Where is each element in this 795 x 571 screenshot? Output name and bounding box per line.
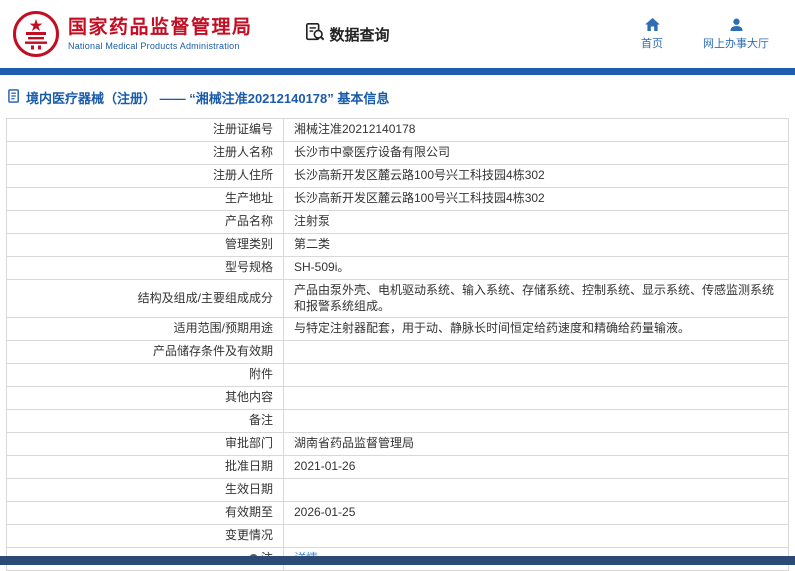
org-identity: 国家药品监督管理局 National Medical Products Admi…	[68, 17, 253, 52]
row-value: 产品由泵外壳、电机驱动系统、输入系统、存储系统、控制系统、显示系统、传感监测系统…	[283, 278, 789, 319]
row-label: 备注	[6, 409, 284, 434]
data-query-label: 数据查询	[305, 22, 390, 46]
table-row: 结构及组成/主要组成成分 产品由泵外壳、电机驱动系统、输入系统、存储系统、控制系统…	[6, 278, 789, 319]
row-label: 生产地址	[6, 187, 284, 211]
row-label: 其他内容	[6, 386, 284, 411]
row-value: 长沙市中豪医疗设备有限公司	[283, 141, 789, 165]
nav-home-label: 首页	[641, 37, 663, 50]
table-row: 管理类别 第二类	[6, 233, 789, 257]
nav-online-hall[interactable]: 网上办事大厅	[703, 18, 769, 51]
home-icon	[644, 17, 660, 31]
row-label: 附件	[6, 363, 284, 388]
row-value: 长沙高新开发区麓云路100号兴工科技园4栋302	[283, 164, 789, 188]
row-label: 注册人住所	[6, 164, 284, 188]
user-icon	[729, 18, 743, 31]
row-label: 变更情况	[6, 524, 284, 549]
row-label: 适用范围/预期用途	[6, 317, 284, 342]
row-label: 有效期至	[6, 501, 284, 526]
row-label: 生效日期	[6, 478, 284, 503]
table-row: 其他内容	[6, 386, 789, 411]
row-value: 注射泵	[283, 210, 789, 234]
nav-online-hall-label: 网上办事大厅	[703, 37, 769, 50]
data-query-text: 数据查询	[329, 26, 390, 44]
row-value	[283, 524, 789, 549]
row-label: 产品名称	[6, 210, 284, 234]
header-divider-bar	[0, 68, 795, 75]
row-label: 审批部门	[6, 432, 284, 457]
table-row: 备注	[6, 409, 789, 434]
row-value	[283, 478, 789, 503]
row-label: 批准日期	[6, 455, 284, 480]
row-value: 湘械注准20212140178	[283, 118, 789, 142]
table-row: 有效期至 2026-01-25	[6, 501, 789, 526]
footer-bar	[0, 556, 795, 565]
org-name-en: National Medical Products Administration	[68, 41, 240, 52]
table-row: 注册人住所 长沙高新开发区麓云路100号兴工科技园4栋302	[6, 164, 789, 188]
data-query-icon	[305, 22, 325, 46]
page-title: 境内医疗器械（注册） —— “湘械注准20212140178” 基本信息	[0, 75, 795, 118]
table-row: 审批部门 湖南省药品监督管理局	[6, 432, 789, 457]
table-row: 注册证编号 湘械注准20212140178	[6, 118, 789, 142]
table-row: 生效日期	[6, 478, 789, 503]
table-row: 批准日期 2021-01-26	[6, 455, 789, 480]
site-header: 国家药品监督管理局 National Medical Products Admi…	[0, 0, 795, 68]
row-value	[283, 409, 789, 434]
nav-home[interactable]: 首页	[641, 17, 663, 51]
table-row: 注册人名称 长沙市中豪医疗设备有限公司	[6, 141, 789, 165]
table-row: 型号规格 SH-509i。	[6, 256, 789, 280]
table-row: 适用范围/预期用途 与特定注射器配套，用于动、静脉长时间恒定给药速度和精确给药量输…	[6, 317, 789, 342]
row-label: 注册证编号	[6, 118, 284, 142]
page-title-text: 境内医疗器械（注册） —— “湘械注准20212140178” 基本信息	[26, 91, 390, 106]
row-value: 湖南省药品监督管理局	[283, 432, 789, 457]
row-label: 管理类别	[6, 233, 284, 257]
table-row: 附件	[6, 363, 789, 388]
row-value	[283, 340, 789, 365]
table-row: 产品名称 注射泵	[6, 210, 789, 234]
info-table-body: 注册证编号 湘械注准20212140178 注册人名称 长沙市中豪医疗设备有限公司 注册…	[6, 118, 789, 571]
row-value	[283, 386, 789, 411]
row-value: 2026-01-25	[283, 501, 789, 526]
registration-info-table: 注册证编号 湘械注准20212140178 注册人名称 长沙市中豪医疗设备有限公司 注册…	[6, 118, 789, 571]
row-value: 2021-01-26	[283, 455, 789, 480]
nmpa-emblem-icon	[12, 10, 60, 58]
row-label: 产品储存条件及有效期	[6, 340, 284, 365]
row-value: SH-509i。	[283, 256, 789, 280]
row-label: 型号规格	[6, 256, 284, 280]
table-row: 产品储存条件及有效期	[6, 340, 789, 365]
header-nav: 首页 网上办事大厅	[641, 17, 769, 51]
org-name-cn: 国家药品监督管理局	[68, 16, 253, 38]
row-value: 长沙高新开发区麓云路100号兴工科技园4栋302	[283, 187, 789, 211]
row-value: 与特定注射器配套，用于动、静脉长时间恒定给药速度和精确给药量输液。	[283, 317, 789, 342]
table-row: 生产地址 长沙高新开发区麓云路100号兴工科技园4栋302	[6, 187, 789, 211]
row-value	[283, 363, 789, 388]
row-label: 结构及组成/主要组成成分	[6, 278, 284, 319]
row-label: 注册人名称	[6, 141, 284, 165]
table-row: 变更情况	[6, 524, 789, 549]
row-value: 第二类	[283, 233, 789, 257]
document-icon	[8, 89, 21, 106]
